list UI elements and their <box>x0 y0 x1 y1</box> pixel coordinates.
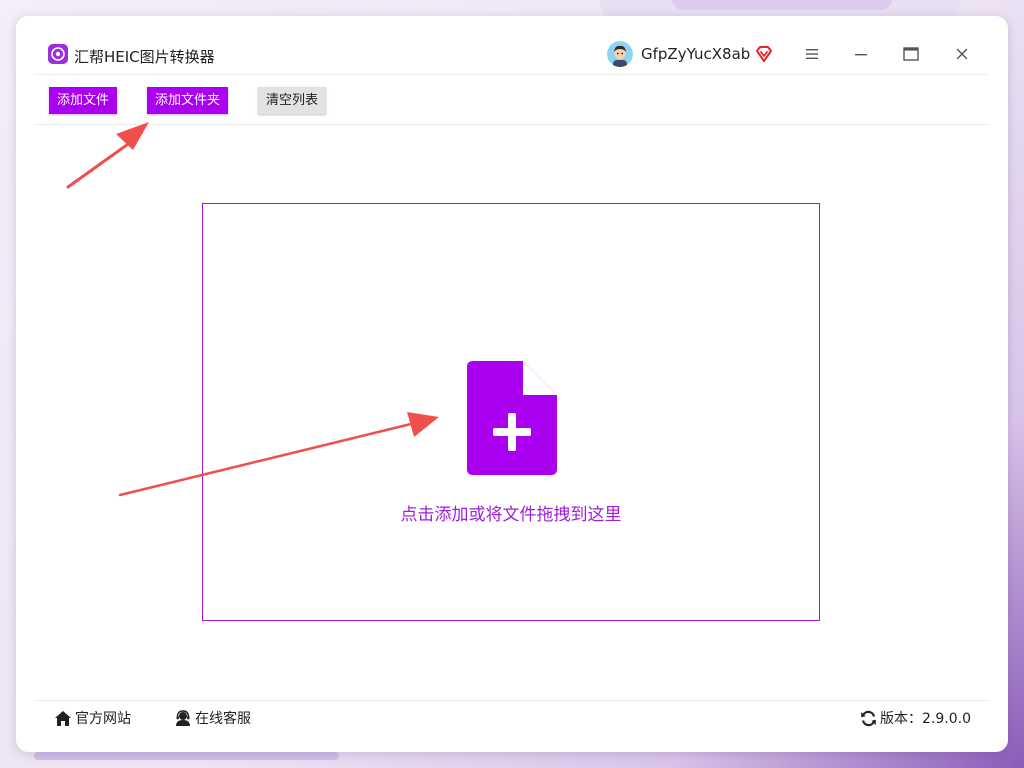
annotation-arrow-toolbar <box>66 122 149 189</box>
username[interactable]: GfpZyYucX8ab <box>641 45 750 63</box>
title-bar: 汇帮HEIC图片转换器 GfpZyYucX8ab <box>16 16 1008 72</box>
online-support-label: 在线客服 <box>195 711 251 727</box>
add-folder-button[interactable]: 添加文件夹 <box>147 87 228 114</box>
version-label: 版本：2.9.0.0 <box>880 711 971 727</box>
app-logo-icon <box>48 44 68 64</box>
online-support-link[interactable]: 在线客服 <box>174 708 251 728</box>
toolbar-divider <box>34 124 990 125</box>
minimize-button[interactable] <box>848 42 874 66</box>
background-decoration <box>34 752 339 760</box>
maximize-button[interactable] <box>898 42 924 66</box>
file-add-icon[interactable] <box>467 361 557 475</box>
vip-diamond-icon[interactable] <box>754 44 774 64</box>
headset-icon <box>176 709 190 726</box>
close-button[interactable] <box>949 42 975 66</box>
background-decoration <box>672 0 892 10</box>
official-website-link[interactable]: 官方网站 <box>54 708 131 728</box>
close-icon <box>956 48 968 60</box>
minimize-icon <box>855 54 867 56</box>
status-divider <box>34 700 990 701</box>
menu-button[interactable] <box>799 42 825 66</box>
drop-hint-text: 点击添加或将文件拖拽到这里 <box>400 505 622 525</box>
add-file-button[interactable]: 添加文件 <box>49 87 117 114</box>
title-divider <box>34 74 988 75</box>
official-website-label: 官方网站 <box>75 711 131 727</box>
app-window: 汇帮HEIC图片转换器 GfpZyYucX8ab 添加文件 添加文件夹 清空列表… <box>16 16 1008 752</box>
refresh-icon[interactable] <box>860 710 877 727</box>
user-avatar[interactable] <box>607 41 633 67</box>
home-icon <box>55 710 71 726</box>
hamburger-menu-icon <box>806 49 818 59</box>
app-title: 汇帮HEIC图片转换器 <box>74 48 215 66</box>
file-drop-zone[interactable]: 点击添加或将文件拖拽到这里 <box>202 203 820 621</box>
clear-list-button[interactable]: 清空列表 <box>258 87 326 114</box>
maximize-icon <box>903 47 919 61</box>
version-info: 版本：2.9.0.0 <box>860 708 971 728</box>
